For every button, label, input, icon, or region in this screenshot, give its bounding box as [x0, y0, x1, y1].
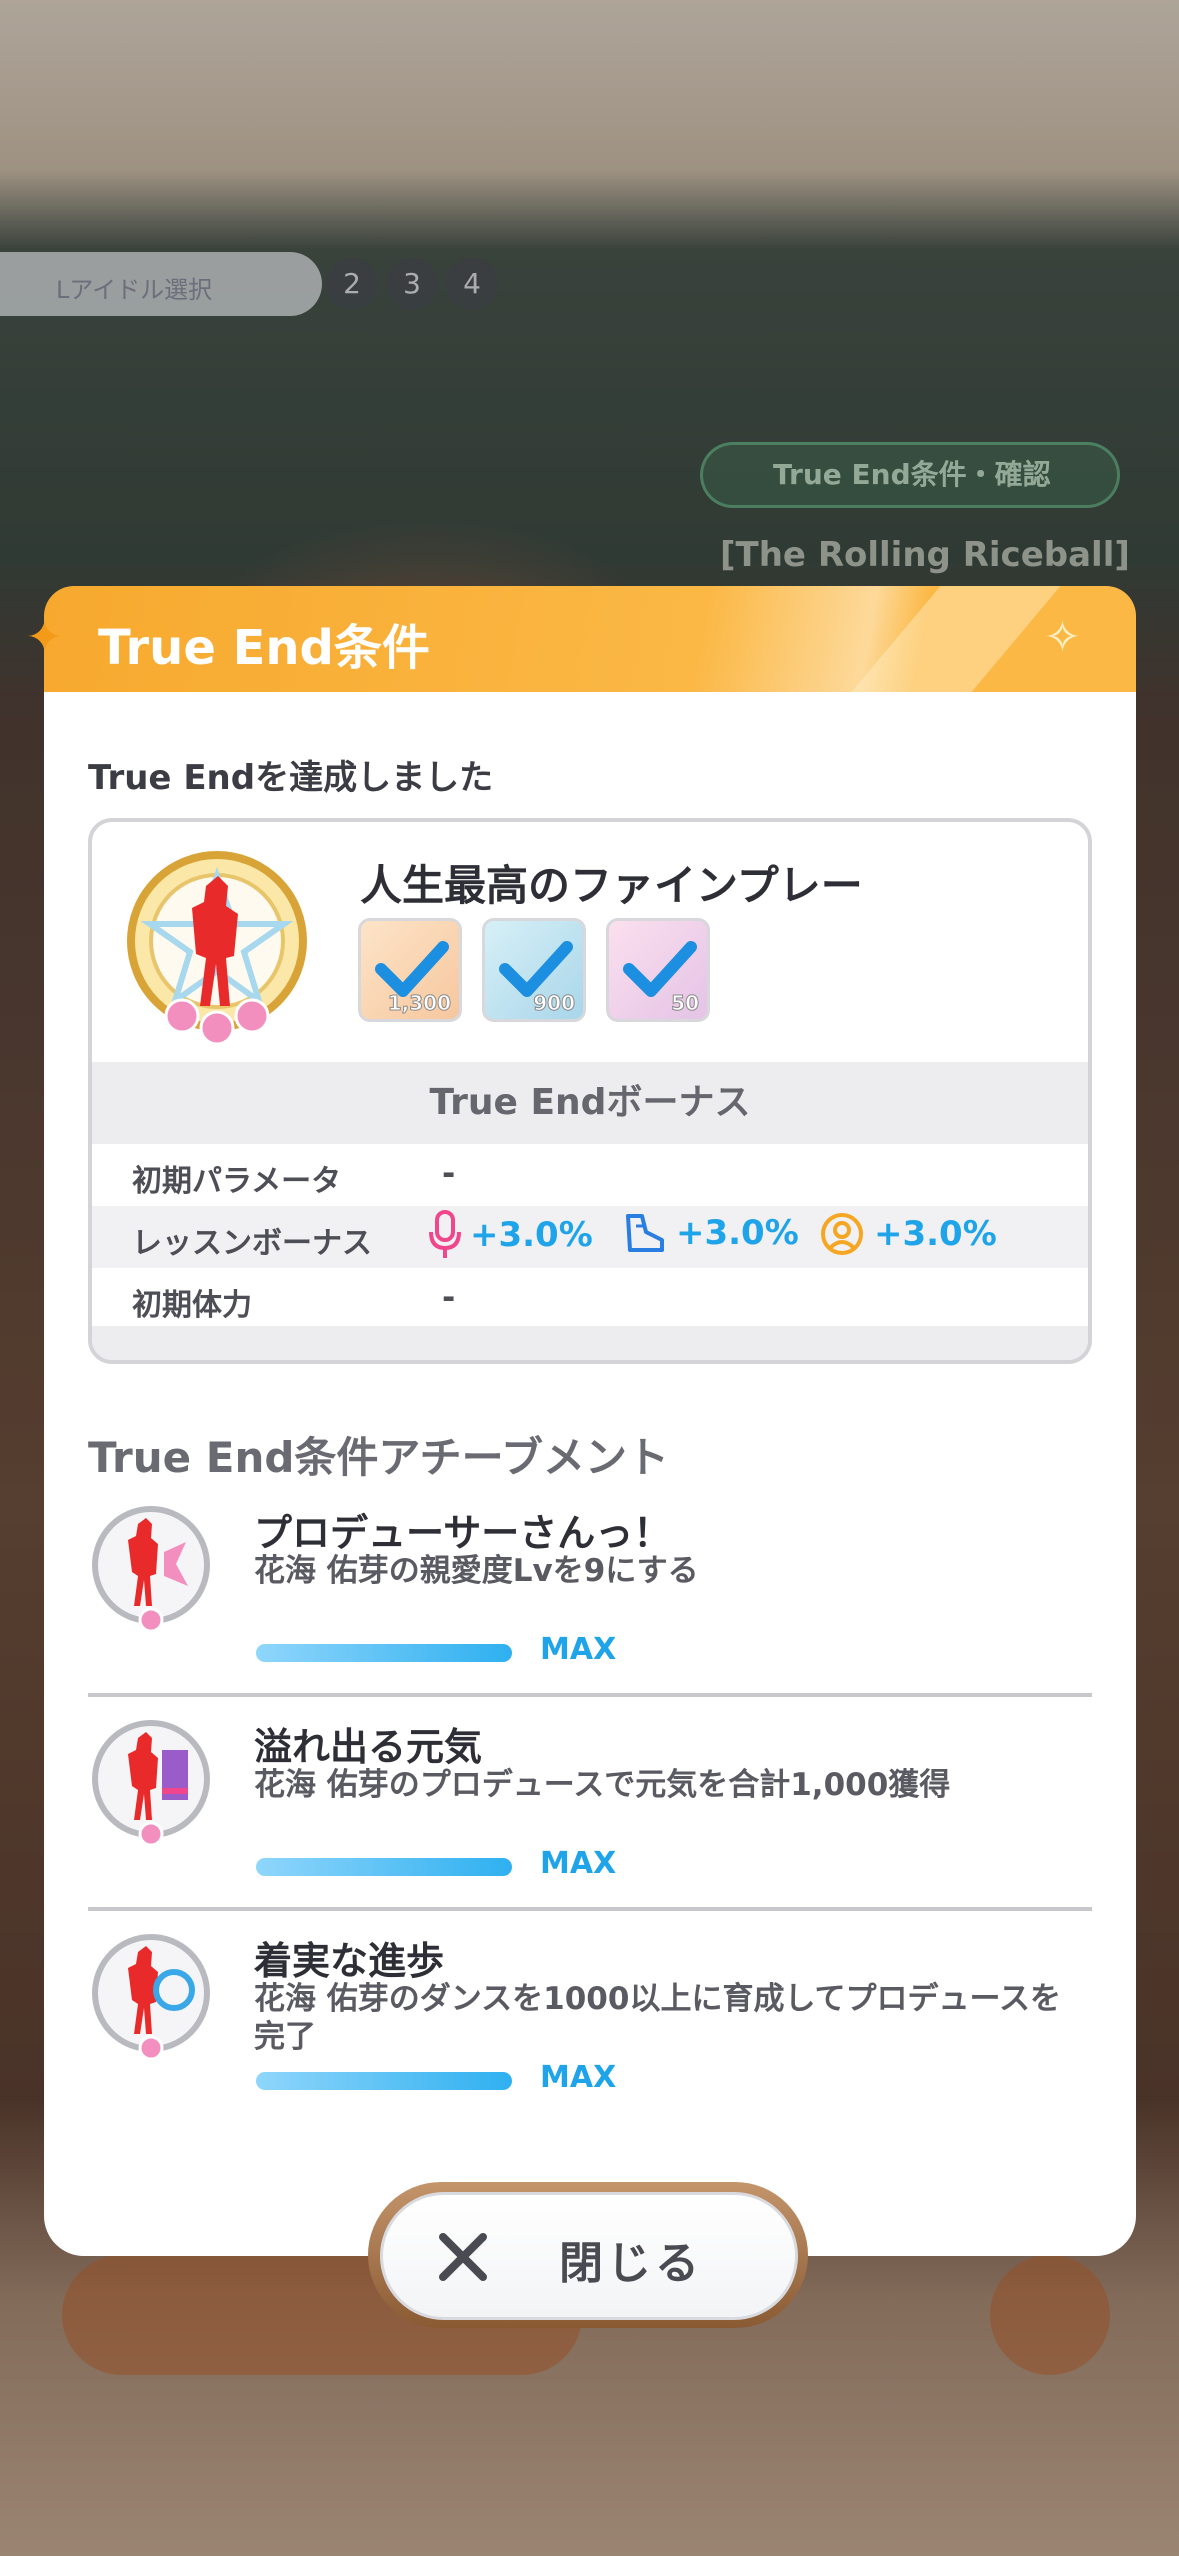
modal-title: True End条件 — [98, 620, 430, 676]
bonus-header: True Endボーナス — [92, 1062, 1088, 1144]
background-idol-select-pill: Lアイドル選択 — [0, 252, 322, 316]
dance-shoe-icon — [626, 1214, 664, 1252]
sparkle-icon: ✦ — [26, 612, 63, 663]
visual-icon — [821, 1213, 863, 1255]
achievement-status: MAX — [540, 2060, 617, 2095]
modal-header: True End条件 — [44, 586, 1136, 692]
background-tab-4: 4 — [446, 258, 498, 310]
close-button[interactable]: 閉じる — [380, 2192, 798, 2320]
background-song-title: [The Rolling Riceball] — [720, 535, 1130, 575]
achievement-item[interactable]: 溢れ出る元気 花海 佑芽のプロデュースで元気を合計1,000獲得 MAX — [88, 1716, 1092, 1926]
bonus-row-initial-stamina: 初期体力 - — [132, 1278, 456, 1323]
vocal-mic-icon — [429, 1210, 461, 1258]
reward-items: 1,300 900 50 — [358, 918, 710, 1022]
sparkle-icon: ✧ — [1044, 612, 1081, 663]
achievement-progress-bar — [256, 2072, 512, 2090]
achievement-status: MAX — [540, 1632, 617, 1667]
achievement-progress-bar — [256, 1644, 512, 1662]
achievement-emblem-icon — [92, 1934, 210, 2061]
true-end-emblem-icon — [127, 851, 307, 1046]
achievement-item[interactable]: 着実な進歩 花海 佑芽のダンスを1000以上に育成してプロデュースを完了 MAX — [88, 1930, 1092, 2140]
bonus-row-initial-params: 初期パラメータ - — [132, 1154, 456, 1199]
divider — [88, 1693, 1092, 1697]
background-tab-2: 2 — [326, 258, 378, 310]
vocal-item-icon[interactable]: 1,300 — [358, 918, 462, 1022]
achievement-progress-bar — [256, 1858, 512, 1876]
background-true-end-pill: True End条件・確認 — [700, 442, 1120, 508]
achievement-item[interactable]: プロデューサーさんっ！ 花海 佑芽の親愛度Lvを9にする MAX — [88, 1502, 1092, 1712]
divider — [88, 1907, 1092, 1911]
background-tab-3: 3 — [386, 258, 438, 310]
achievements-title: True End条件アチーブメント — [88, 1433, 670, 1482]
dance-item-icon[interactable]: 900 — [482, 918, 586, 1022]
true-end-name: 人生最高のファインプレー — [360, 861, 863, 910]
close-icon — [439, 2233, 487, 2281]
bonus-row-lesson: レッスンボーナス +3.0% +3.0% +3.0% — [92, 1206, 1088, 1268]
achievement-emblem-icon — [92, 1506, 210, 1633]
achievement-status: MAX — [540, 1846, 617, 1881]
visual-item-icon[interactable]: 50 — [606, 918, 710, 1022]
modal-subtitle: True Endを達成しました — [88, 758, 494, 798]
background-menu-button — [990, 2255, 1110, 2375]
achievement-emblem-icon — [92, 1720, 210, 1847]
true-end-card: 人生最高のファインプレー 1,300 900 50 True Endボーナス 初… — [88, 818, 1092, 1364]
